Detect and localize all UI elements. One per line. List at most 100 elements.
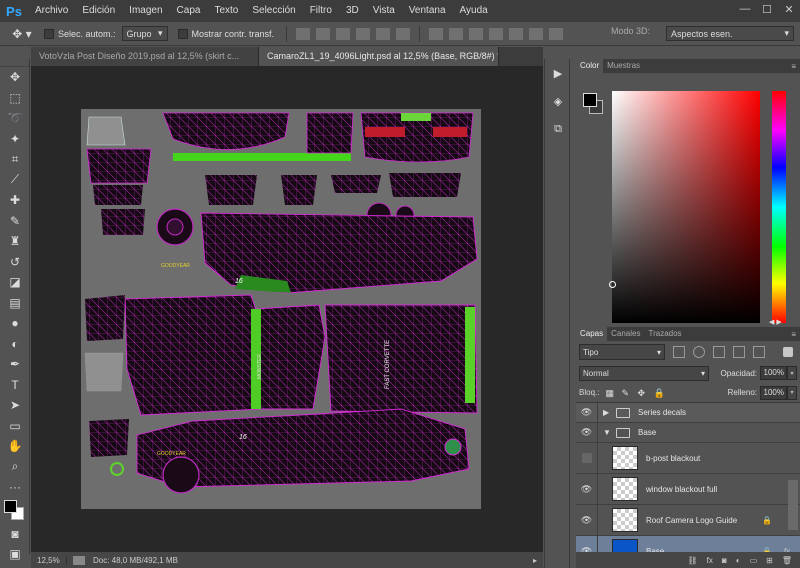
menu-imagen[interactable]: Imagen bbox=[122, 0, 169, 22]
move-tool-icon[interactable]: ✥ bbox=[0, 67, 30, 88]
menu-ayuda[interactable]: Ayuda bbox=[453, 0, 495, 22]
align-right-icon[interactable] bbox=[396, 27, 411, 40]
menu-texto[interactable]: Texto bbox=[207, 0, 245, 22]
rectangle-tool-icon[interactable]: ▭ bbox=[0, 416, 30, 437]
fill-slider-icon[interactable]: ▾ bbox=[787, 385, 797, 400]
opacity-slider-icon[interactable]: ▾ bbox=[787, 366, 797, 380]
workspace-dropdown[interactable]: Aspectos esen. ▾ bbox=[666, 26, 794, 41]
new-layer-icon[interactable]: ⊞ bbox=[766, 556, 773, 565]
filter-toggle-icon[interactable] bbox=[783, 347, 793, 357]
tab-trazados[interactable]: Trazados bbox=[644, 327, 685, 341]
fill-input[interactable]: 100% bbox=[760, 385, 787, 400]
menu-archivo[interactable]: Archivo bbox=[28, 0, 75, 22]
pen-tool-icon[interactable]: ✒ bbox=[0, 354, 30, 375]
auto-align-icon[interactable] bbox=[549, 27, 564, 40]
visibility-eye-icon[interactable]: 👁 bbox=[576, 423, 598, 442]
tab-muestras[interactable]: Muestras bbox=[603, 59, 644, 73]
distribute-center-icon[interactable] bbox=[509, 27, 524, 40]
filter-pixel-icon[interactable] bbox=[673, 346, 685, 358]
magic-wand-tool-icon[interactable]: ✦ bbox=[0, 129, 30, 150]
marquee-tool-icon[interactable]: ⬚ bbox=[0, 88, 30, 109]
actions-panel-icon[interactable]: ◈ bbox=[545, 87, 571, 115]
align-center-icon[interactable] bbox=[376, 27, 391, 40]
expand-arrow-icon[interactable]: ▶ bbox=[603, 408, 613, 417]
align-left-icon[interactable] bbox=[356, 27, 371, 40]
menu-3d[interactable]: 3D bbox=[339, 0, 366, 22]
add-mask-icon[interactable]: ◙ bbox=[722, 556, 727, 565]
share-icon[interactable] bbox=[73, 555, 85, 565]
menu-ventana[interactable]: Ventana bbox=[402, 0, 453, 22]
panel-menu-icon[interactable]: ≡ bbox=[791, 330, 800, 339]
dodge-tool-icon[interactable]: ◐ bbox=[0, 334, 30, 355]
close-icon[interactable]: ✕ bbox=[778, 0, 800, 18]
color-picker-cursor[interactable] bbox=[609, 281, 616, 288]
distribute-bottom-icon[interactable] bbox=[469, 27, 484, 40]
link-layers-icon[interactable]: ⛓ bbox=[688, 556, 698, 565]
collapse-arrow-icon[interactable]: ▼ bbox=[603, 428, 613, 437]
crop-tool-icon[interactable]: ⌗ bbox=[0, 149, 30, 170]
layers-scrollbar[interactable] bbox=[788, 480, 798, 530]
properties-panel-icon[interactable]: ⧉ bbox=[545, 115, 571, 143]
type-tool-icon[interactable]: T bbox=[0, 375, 30, 396]
layer-row[interactable]: b-post blackout bbox=[576, 443, 800, 474]
visibility-eye-icon[interactable]: 👁 bbox=[576, 474, 598, 504]
doc-tab-camaro[interactable]: CamaroZL1_19_4096Light.psd al 12,5% (Bas… bbox=[259, 47, 499, 66]
color-fg-swatch[interactable] bbox=[583, 93, 597, 107]
delete-layer-icon[interactable]: 🗑 bbox=[782, 556, 792, 565]
status-arrow-icon[interactable]: ▸ bbox=[533, 556, 537, 565]
lock-transparent-icon[interactable]: ▦ bbox=[605, 388, 615, 398]
move-tool-preset-icon[interactable]: ✥ ▾ bbox=[0, 27, 44, 41]
path-selection-tool-icon[interactable]: ➤ bbox=[0, 395, 30, 416]
canvas-area[interactable]: GOODYEAR 16 MONSTER FAST CORVETTE 16 GOO… bbox=[31, 66, 543, 552]
foreground-color-swatch[interactable] bbox=[4, 499, 17, 513]
show-transform-checkbox[interactable] bbox=[177, 28, 188, 39]
lasso-tool-icon[interactable]: ➰ bbox=[0, 108, 30, 129]
opacity-input[interactable]: 100% bbox=[760, 366, 787, 380]
adjustment-layer-icon[interactable]: ◐ bbox=[736, 556, 741, 565]
blur-tool-icon[interactable]: ● bbox=[0, 313, 30, 334]
tab-canales[interactable]: Canales bbox=[607, 327, 644, 341]
menu-vista[interactable]: Vista bbox=[366, 0, 402, 22]
lock-paint-icon[interactable]: ✎ bbox=[621, 388, 631, 398]
history-brush-tool-icon[interactable]: ↺ bbox=[0, 252, 30, 273]
add-style-icon[interactable]: fx bbox=[707, 556, 713, 565]
color-picker-field[interactable] bbox=[609, 91, 760, 323]
new-group-icon[interactable]: ▭ bbox=[750, 556, 758, 565]
more-tools-icon[interactable]: ··· bbox=[0, 477, 30, 498]
blend-mode-dropdown[interactable]: Normal ▾ bbox=[579, 365, 709, 381]
layer-row[interactable]: 👁 window blackout full bbox=[576, 474, 800, 505]
panel-menu-icon[interactable]: ≡ bbox=[791, 62, 800, 71]
toolbar-grip[interactable] bbox=[0, 59, 29, 67]
filter-adjustment-icon[interactable] bbox=[693, 346, 705, 358]
hue-slider[interactable] bbox=[772, 91, 786, 323]
filter-shape-icon[interactable] bbox=[733, 346, 745, 358]
history-panel-icon[interactable]: ▶ bbox=[545, 59, 571, 87]
hand-tool-icon[interactable]: ✋ bbox=[0, 436, 30, 457]
menu-edicion[interactable]: Edición bbox=[75, 0, 122, 22]
eraser-tool-icon[interactable]: ◪ bbox=[0, 272, 30, 293]
doc-tab-votovzla[interactable]: VotoVzla Post Diseño 2019.psd al 12,5% (… bbox=[31, 47, 259, 66]
visibility-eye-icon[interactable]: 👁 bbox=[576, 505, 598, 535]
filter-smart-object-icon[interactable] bbox=[753, 346, 765, 358]
healing-brush-tool-icon[interactable]: ✚ bbox=[0, 190, 30, 211]
kind-filter-dropdown[interactable]: Tipo ▾ bbox=[579, 344, 665, 360]
layer-row[interactable]: 👁 ▶ Series decals bbox=[576, 403, 800, 423]
hue-slider-handle[interactable]: ◀ ▶ bbox=[769, 318, 782, 326]
car-texture-canvas[interactable]: GOODYEAR 16 MONSTER FAST CORVETTE 16 GOO… bbox=[81, 109, 481, 509]
screen-mode-icon[interactable]: ▣ bbox=[0, 544, 30, 565]
clone-stamp-tool-icon[interactable]: ♜ bbox=[0, 231, 30, 252]
distribute-left-icon[interactable] bbox=[489, 27, 504, 40]
menu-capa[interactable]: Capa bbox=[170, 0, 208, 22]
tab-color[interactable]: Color bbox=[576, 59, 604, 73]
lock-move-icon[interactable]: ✥ bbox=[637, 388, 647, 398]
minimize-icon[interactable]: — bbox=[734, 0, 756, 18]
tab-capas[interactable]: Capas bbox=[576, 327, 608, 341]
menu-filtro[interactable]: Filtro bbox=[303, 0, 339, 22]
brush-tool-icon[interactable]: ✎ bbox=[0, 211, 30, 232]
auto-select-checkbox[interactable] bbox=[44, 28, 54, 39]
align-middle-icon[interactable] bbox=[316, 27, 331, 40]
quick-mask-icon[interactable]: ◙ bbox=[0, 524, 30, 545]
layer-row[interactable]: 👁 ▼ Base bbox=[576, 423, 800, 443]
lock-all-icon[interactable]: 🔒 bbox=[653, 388, 664, 398]
visibility-eye-icon[interactable]: 👁 bbox=[576, 403, 598, 422]
